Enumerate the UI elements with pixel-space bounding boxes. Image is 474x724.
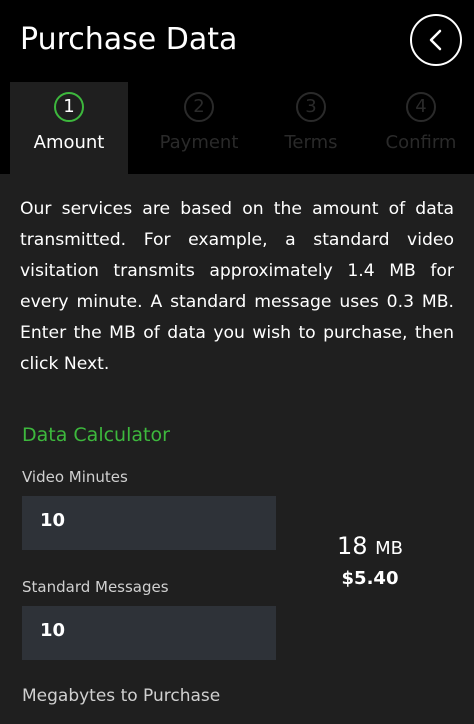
step-label-payment: Payment <box>159 132 239 153</box>
step-label-terms: Terms <box>284 132 338 153</box>
video-minutes-label: Video Minutes <box>22 468 128 486</box>
step-terms[interactable]: 3 Terms <box>252 82 370 174</box>
purchase-data-screen: Purchase Data 1 Amount 2 Payment 3 Terms… <box>0 0 474 724</box>
total-price: $5.40 <box>341 568 399 589</box>
header-bar: Purchase Data <box>0 0 474 82</box>
step-amount[interactable]: 1 Amount <box>10 82 128 174</box>
standard-messages-input[interactable]: 10 <box>22 606 276 660</box>
step-number-2: 2 <box>184 92 214 122</box>
total-mb: 18 MB <box>300 532 440 560</box>
total-mb-unit: MB <box>375 538 404 559</box>
step-label-amount: Amount <box>33 132 105 153</box>
standard-messages-label: Standard Messages <box>22 578 169 596</box>
intro-text: Our services are based on the amount of … <box>20 199 454 374</box>
total-mb-value: 18 <box>336 532 368 560</box>
step-number-1: 1 <box>54 92 84 122</box>
step-number-4: 4 <box>406 92 436 122</box>
step-payment[interactable]: 2 Payment <box>140 82 258 174</box>
megabytes-to-purchase-label: Megabytes to Purchase <box>22 686 221 706</box>
back-button[interactable] <box>410 14 462 66</box>
chevron-left-icon <box>429 29 442 51</box>
standard-messages-value: 10 <box>40 620 66 641</box>
step-confirm[interactable]: 4 Confirm <box>362 82 474 174</box>
page-title: Purchase Data <box>20 22 238 57</box>
wizard-steps: 1 Amount 2 Payment 3 Terms 4 Confirm <box>0 82 474 174</box>
video-minutes-input[interactable]: 10 <box>22 496 276 550</box>
video-minutes-value: 10 <box>40 510 66 531</box>
step-number-3: 3 <box>296 92 326 122</box>
calculator-title: Data Calculator <box>22 424 170 446</box>
step-label-confirm: Confirm <box>385 132 457 153</box>
